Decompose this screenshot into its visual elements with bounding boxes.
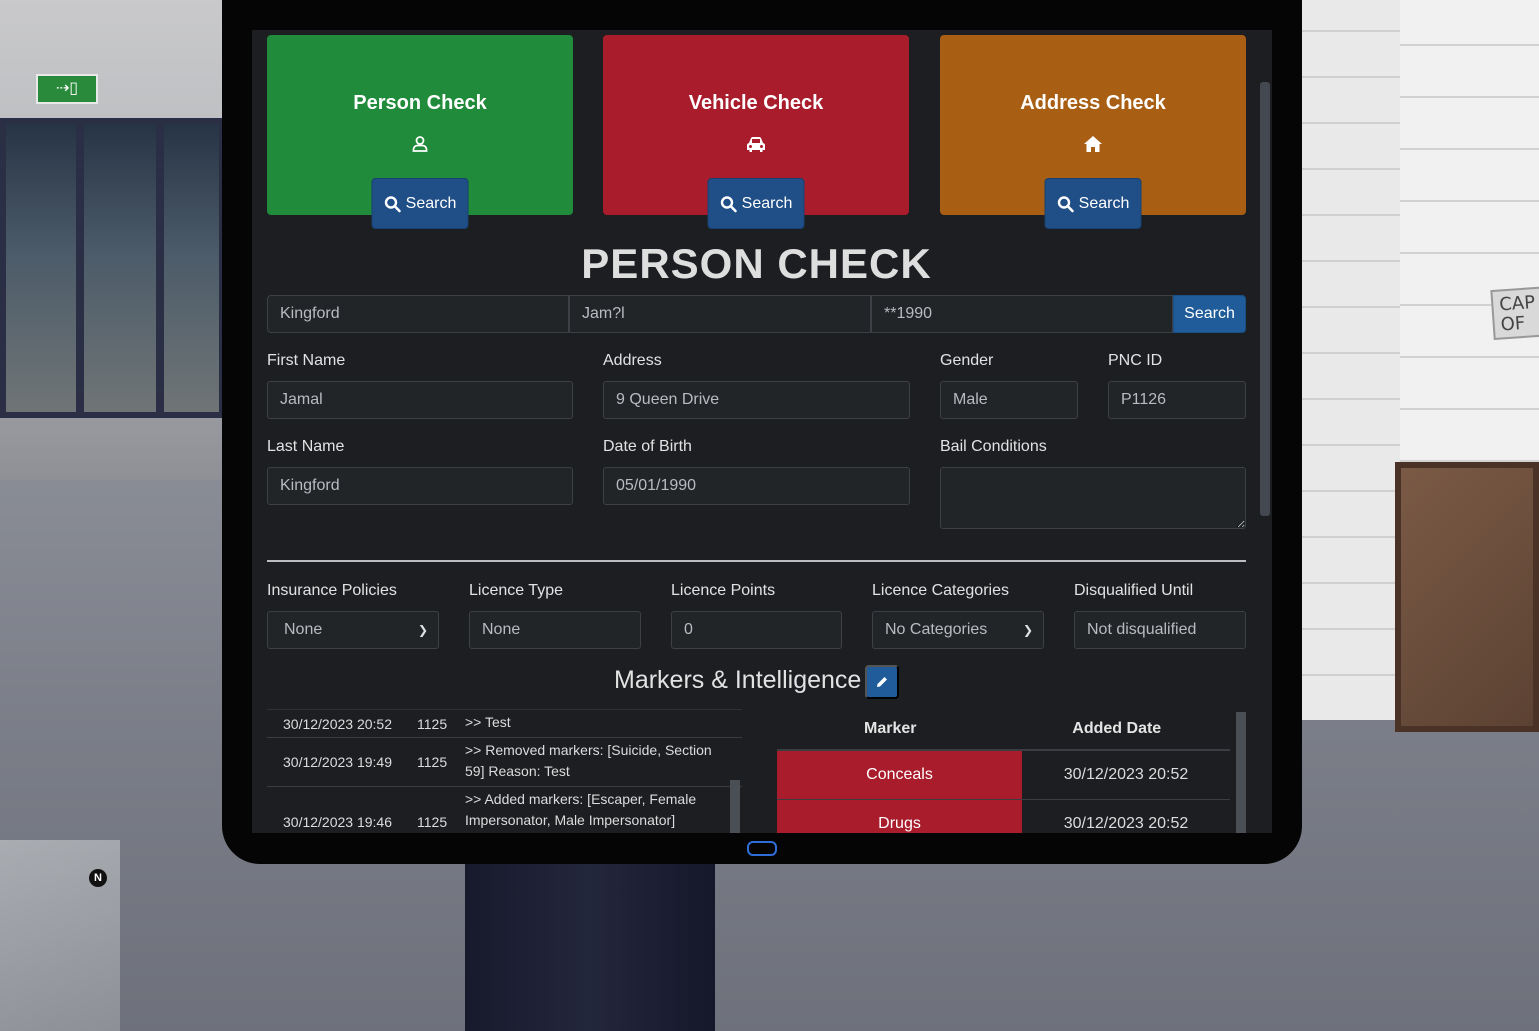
page-title: PERSON CHECK	[581, 240, 932, 287]
pnc-id-field[interactable]	[1108, 381, 1246, 419]
minimap	[0, 840, 120, 1031]
marker-column-header: Marker	[864, 720, 917, 737]
search-icon	[384, 195, 401, 212]
licence-points-field[interactable]	[671, 611, 842, 649]
markers-title: Markers & Intelligence	[614, 666, 862, 694]
dob-field[interactable]	[603, 467, 910, 505]
licence-points-label: Licence Points	[671, 582, 776, 599]
dob-label: Date of Birth	[603, 438, 692, 455]
insurance-value: None	[284, 621, 323, 638]
vehicle-search-button[interactable]: Search	[707, 178, 805, 229]
pencil-icon	[877, 677, 887, 687]
log-user: 1125	[417, 754, 448, 770]
disqualified-label: Disqualified Until	[1074, 582, 1194, 599]
compass-north-icon: N	[89, 869, 107, 887]
tablet-home-button[interactable]	[747, 841, 777, 856]
card-title: Address Check	[1020, 92, 1166, 114]
licence-type-field[interactable]	[469, 611, 641, 649]
person-icon	[411, 135, 429, 158]
marker-name: Conceals	[777, 751, 1022, 799]
log-row: 30/12/2023 19:46 1125 >> Added markers: …	[267, 787, 742, 833]
bail-conditions-field[interactable]	[940, 467, 1246, 529]
card-title: Person Check	[353, 92, 487, 114]
search-first-name-input[interactable]	[569, 295, 871, 333]
insurance-label: Insurance Policies	[267, 582, 397, 599]
player-character	[465, 860, 715, 1031]
log-text: >> Test	[465, 714, 511, 730]
address-label: Address	[603, 352, 662, 369]
disqualified-field[interactable]	[1074, 611, 1246, 649]
gender-field[interactable]	[940, 381, 1078, 419]
log-row: 30/12/2023 20:52 1125 >> Test	[267, 710, 742, 738]
search-dob-input[interactable]	[871, 295, 1173, 333]
person-search-button[interactable]: Search	[371, 178, 469, 229]
bail-conditions-label: Bail Conditions	[940, 438, 1047, 455]
marker-date: 30/12/2023 20:52	[1063, 815, 1189, 832]
log-scrollbar[interactable]	[730, 780, 740, 833]
pnc-id-label: PNC ID	[1108, 352, 1163, 369]
table-row: Conceals 30/12/2023 20:52	[777, 751, 1230, 800]
first-name-field[interactable]	[267, 381, 573, 419]
log-text: >> Added markers: [Escaper, Female Imper…	[465, 791, 697, 828]
screen-scrollbar[interactable]	[1260, 82, 1270, 516]
first-name-label: First Name	[267, 352, 346, 369]
window	[0, 118, 225, 418]
markers-scrollbar[interactable]	[1236, 712, 1246, 833]
marker-date: 30/12/2023 20:52	[1063, 766, 1189, 783]
address-search-button[interactable]: Search	[1044, 178, 1142, 229]
button-label: Search	[405, 194, 457, 212]
log-date: 30/12/2023 19:46	[283, 813, 392, 830]
edit-markers-button[interactable]	[865, 665, 899, 699]
markers-header: Marker Added Date	[777, 709, 1230, 751]
table-row: Drugs 30/12/2023 20:52	[777, 800, 1230, 833]
log-text: >> Removed markers: [Suicide, Section 59…	[465, 742, 712, 779]
intelligence-log[interactable]: 30/12/2023 20:52 1125 >> Test 30/12/2023…	[267, 709, 742, 833]
licence-categories-value: No Categories	[885, 621, 988, 638]
chevron-down-icon: ❯	[417, 623, 428, 637]
log-date: 30/12/2023 20:52	[283, 715, 392, 732]
markers-table: Marker Added Date Conceals 30/12/2023 20…	[777, 709, 1230, 833]
address-check-card: Address Check Search	[940, 35, 1246, 229]
button-label: Search	[1078, 194, 1130, 212]
section-divider	[267, 560, 1246, 562]
search-button[interactable]: Search	[1173, 295, 1246, 333]
gender-label: Gender	[940, 352, 994, 369]
chevron-down-icon: ❯	[1022, 623, 1033, 637]
exit-sign-icon: ⇢▯	[36, 74, 98, 104]
marker-name: Drugs	[777, 800, 1022, 833]
licence-type-label: Licence Type	[469, 582, 563, 599]
button-label: Search	[741, 194, 793, 212]
search-icon	[720, 195, 737, 212]
person-check-card: Person Check Search	[267, 35, 573, 229]
card-title: Vehicle Check	[688, 92, 824, 114]
licence-categories-select[interactable]: No Categories ❯	[872, 611, 1044, 649]
address-field[interactable]	[603, 381, 910, 419]
log-user: 1125	[417, 813, 448, 830]
last-name-field[interactable]	[267, 467, 573, 505]
log-row: 30/12/2023 19:49 1125 >> Removed markers…	[267, 738, 742, 787]
car-icon	[746, 135, 766, 158]
last-name-label: Last Name	[267, 438, 345, 455]
wall-sign: CAP OF	[1490, 285, 1539, 341]
search-icon	[1057, 195, 1074, 212]
door	[1395, 462, 1539, 732]
home-icon	[1083, 135, 1103, 158]
licence-categories-label: Licence Categories	[872, 582, 1009, 599]
log-user: 1125	[417, 715, 448, 732]
vehicle-check-card: Vehicle Check Search	[603, 35, 909, 229]
log-date: 30/12/2023 19:49	[283, 754, 392, 770]
search-last-name-input[interactable]	[267, 295, 569, 333]
insurance-select[interactable]: None ❯	[267, 611, 439, 649]
added-date-column-header: Added Date	[1072, 720, 1162, 737]
